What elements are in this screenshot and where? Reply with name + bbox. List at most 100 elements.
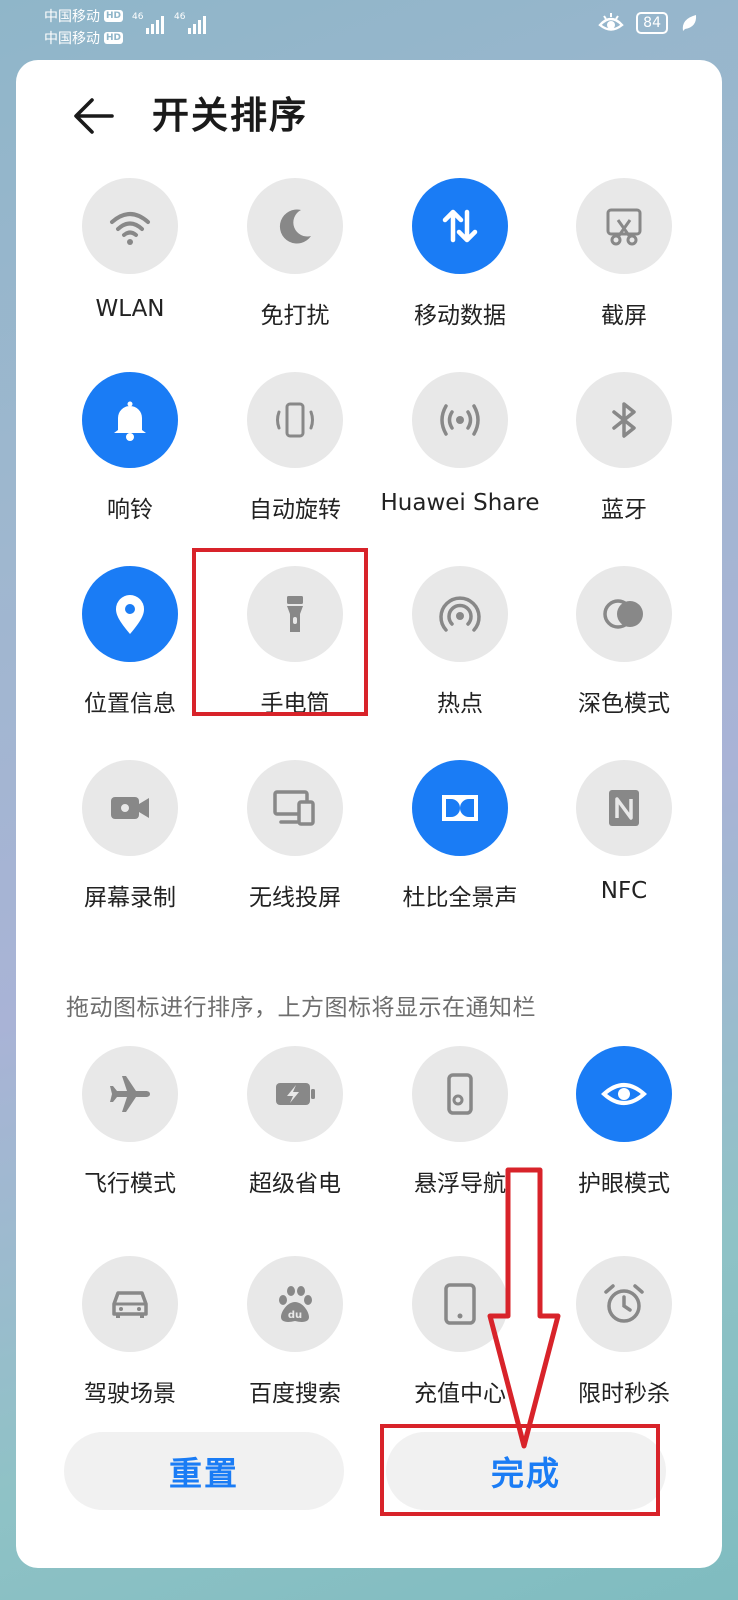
data-arrows-icon [442, 209, 478, 243]
switch-label: 移动数据 [414, 303, 506, 329]
battery-level: 84 [636, 12, 668, 34]
switch-tile-wlan[interactable]: WLAN [50, 178, 210, 348]
eye-comfort-status-icon [598, 13, 624, 31]
dolby-icon [442, 795, 478, 821]
dark-mode-icon [603, 599, 643, 629]
switch-tile-dolby[interactable]: 杜比全景声 [380, 760, 540, 930]
switch-tile-nfc[interactable]: NFC [544, 760, 704, 930]
switch-toggle-hotspot[interactable] [412, 566, 508, 662]
switch-label: 飞行模式 [84, 1171, 176, 1197]
tablet-icon [444, 1283, 476, 1325]
highlight-flashlight [192, 548, 368, 716]
switch-toggle-nfc[interactable] [576, 760, 672, 856]
back-button[interactable] [72, 94, 116, 138]
switch-tile-location[interactable]: 位置信息 [50, 566, 210, 736]
bell-icon [114, 401, 146, 441]
switch-toggle-bluetooth[interactable] [576, 372, 672, 468]
switch-tile-mobile-data[interactable]: 移动数据 [380, 178, 540, 348]
watermark-url: jingyan.baidu.com [576, 1552, 696, 1567]
network-type: 46 [132, 12, 144, 22]
switch-tile-driving[interactable]: 驾驶场景 [50, 1256, 210, 1426]
switch-toggle-screen-record[interactable] [82, 760, 178, 856]
switch-toggle-flash-sale[interactable] [576, 1256, 672, 1352]
switch-toggle-super-saver[interactable] [247, 1046, 343, 1142]
wifi-icon [110, 212, 150, 245]
switch-tile-super-saver[interactable]: 超级省电 [215, 1046, 375, 1216]
cast-screen-icon [273, 790, 315, 826]
switch-toggle-dnd[interactable] [247, 178, 343, 274]
rotate-icon [276, 402, 314, 438]
switch-toggle-ring[interactable] [82, 372, 178, 468]
switch-tile-wireless-projection[interactable]: 无线投屏 [215, 760, 375, 930]
eye-icon [601, 1083, 647, 1105]
switch-toggle-float-nav[interactable] [412, 1046, 508, 1142]
switch-order-panel: 开关排序 WLAN 免打扰 移动数据 截屏响铃 自动旋转 Huawei Share 蓝牙位置… [16, 60, 722, 1568]
switch-toggle-driving[interactable] [82, 1256, 178, 1352]
scissors-icon [606, 208, 642, 246]
signal-icon: 46 [132, 12, 165, 34]
switch-toggle-dark-mode[interactable] [576, 566, 672, 662]
switch-toggle-screenshot[interactable] [576, 178, 672, 274]
bluetooth-icon [612, 402, 636, 438]
reset-button[interactable]: 重置 [64, 1432, 344, 1510]
hd-badge: HD [104, 10, 124, 22]
status-bar: 中国移动 HD 中国移动 HD 46 46 84 [0, 0, 738, 56]
switch-label: 位置信息 [84, 691, 176, 717]
switch-tile-screenshot[interactable]: 截屏 [544, 178, 704, 348]
switch-tile-hotspot[interactable]: 热点 [380, 566, 540, 736]
switch-tile-dnd[interactable]: 免打扰 [215, 178, 375, 348]
network-type: 46 [174, 12, 186, 22]
switch-tile-bluetooth[interactable]: 蓝牙 [544, 372, 704, 542]
share-waves-icon [440, 404, 480, 436]
switch-label: 自动旋转 [249, 497, 341, 523]
switch-toggle-mobile-data[interactable] [412, 178, 508, 274]
watermark: Bai du 经验 jingyan.baidu.com [519, 1510, 696, 1567]
switch-label: 驾驶场景 [84, 1381, 176, 1407]
switch-toggle-baidu[interactable]: du [247, 1256, 343, 1352]
switch-toggle-wireless-projection[interactable] [247, 760, 343, 856]
signal-icon: 46 [174, 12, 207, 34]
location-pin-icon [116, 595, 144, 634]
battery-bolt-icon [276, 1083, 315, 1105]
switch-toggle-wlan[interactable] [82, 178, 178, 274]
switch-label: 响铃 [107, 497, 153, 523]
page-title: 开关排序 [152, 94, 308, 137]
switch-label: Huawei Share [380, 490, 540, 516]
switch-tile-auto-rotate[interactable]: 自动旋转 [215, 372, 375, 542]
switch-tile-baidu[interactable]: du 百度搜索 [215, 1256, 375, 1426]
switch-toggle-auto-rotate[interactable] [247, 372, 343, 468]
switch-label: 热点 [437, 691, 483, 717]
switch-label: 超级省电 [249, 1171, 341, 1197]
leaf-icon [682, 15, 697, 31]
watermark-logo: Bai du 经验 [518, 1518, 696, 1553]
switch-tile-huawei-share[interactable]: Huawei Share [380, 372, 540, 542]
hd-badge: HD [104, 32, 124, 44]
switch-label: 免打扰 [260, 303, 330, 329]
car-icon [112, 1291, 148, 1318]
switch-toggle-huawei-share[interactable] [412, 372, 508, 468]
down-arrow-icon [487, 1167, 561, 1449]
switch-tile-ring[interactable]: 响铃 [50, 372, 210, 542]
switch-tile-screen-record[interactable]: 屏幕录制 [50, 760, 210, 930]
switch-label: WLAN [95, 296, 165, 322]
switch-tile-dark-mode[interactable]: 深色模式 [544, 566, 704, 736]
switch-label: 百度搜索 [249, 1381, 341, 1407]
video-camera-icon [111, 797, 149, 819]
switch-tile-eye-comfort[interactable]: 护眼模式 [544, 1046, 704, 1216]
switch-label: 深色模式 [578, 691, 670, 717]
alarm-clock-icon [604, 1284, 644, 1323]
switch-toggle-location[interactable] [82, 566, 178, 662]
hotspot-icon [439, 596, 481, 632]
switch-toggle-airplane[interactable] [82, 1046, 178, 1142]
switch-tile-flash-sale[interactable]: 限时秒杀 [544, 1256, 704, 1426]
switch-label: 杜比全景声 [402, 885, 518, 911]
carrier-1: 中国移动 HD [44, 6, 124, 26]
switch-toggle-eye-comfort[interactable] [576, 1046, 672, 1142]
back-arrow-icon [74, 98, 114, 134]
baidu-paw-icon: du [279, 1286, 312, 1322]
switch-tile-airplane[interactable]: 飞行模式 [50, 1046, 210, 1216]
switch-label: 限时秒杀 [578, 1381, 670, 1407]
switch-label: 无线投屏 [249, 885, 341, 911]
switch-toggle-dolby[interactable] [412, 760, 508, 856]
sort-hint: 拖动图标进行排序，上方图标将显示在通知栏 [66, 995, 536, 1021]
